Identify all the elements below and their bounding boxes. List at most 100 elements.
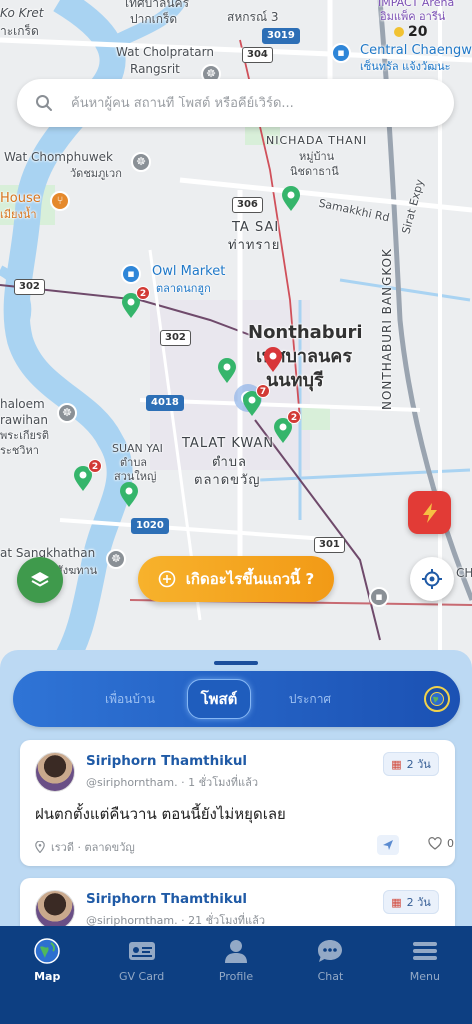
temple-icon[interactable]: ☸ <box>131 152 151 172</box>
duration-label: 2 วัน <box>406 758 431 771</box>
post-author[interactable]: Siriphorn Thamthikul <box>86 891 247 907</box>
tab-chat[interactable]: Chat <box>283 926 377 1024</box>
layers-icon <box>31 572 49 587</box>
map-label: Central Chaengwa <box>360 43 472 58</box>
map-label: Nonthaburi <box>248 322 363 343</box>
calendar-icon: ▦ <box>391 757 402 771</box>
tab-label: Menu <box>409 970 440 983</box>
tab-announcements[interactable]: ประกาศ <box>275 671 345 727</box>
map-view[interactable]: Ko Kret าะเกร็ด เทศบาลนคร ปากเกร็ด สหกรณ… <box>0 0 472 670</box>
map-label: haloem <box>0 397 45 411</box>
road-shield: 304 <box>242 47 273 63</box>
map-label: อิมแพ็ค อารีน่ <box>380 10 446 23</box>
avatar[interactable] <box>35 752 75 792</box>
transit-icon[interactable]: ▪ <box>369 587 389 607</box>
map-label: Wat Chomphuwek <box>4 150 113 164</box>
post-location-label: เรวดี · ตลาดขวัญ <box>51 841 135 854</box>
tab-posts[interactable]: โพสต์ <box>187 679 251 719</box>
post-location: เรวดี · ตลาดขวัญ <box>35 838 135 856</box>
map-label: Rangsrit <box>130 62 180 76</box>
like-count: 0 <box>447 837 454 850</box>
corner-count: 20 <box>408 24 428 40</box>
tab-profile[interactable]: Profile <box>189 926 283 1024</box>
duration-badge: ▦ 2 วัน <box>383 890 439 914</box>
search-bar[interactable] <box>17 79 454 127</box>
post-pin[interactable] <box>217 358 237 384</box>
tab-label: Profile <box>218 970 254 983</box>
layers-button[interactable] <box>17 557 63 603</box>
sheet-drag-handle[interactable] <box>214 661 258 665</box>
map-label: CH <box>456 566 472 580</box>
feed-segment-control: เพื่อนบ้าน โพสต์ ประกาศ <box>13 671 460 727</box>
map-label: วัดชมภูเวก <box>70 167 122 180</box>
tab-menu[interactable]: Menu <box>378 926 472 1024</box>
id-card-icon <box>127 936 157 966</box>
map-label: าะเกร็ด <box>0 24 39 38</box>
tab-label: Chat <box>317 970 344 983</box>
map-label: ตำบล <box>120 456 148 469</box>
person-icon <box>221 936 251 966</box>
map-label: IMPACT Arena <box>378 0 455 9</box>
map-label: ระชวิหา <box>0 444 39 457</box>
shopping-icon[interactable]: ▪ <box>121 264 141 284</box>
map-label: NONTHABURI BANGKOK <box>380 248 394 410</box>
calendar-icon: ▦ <box>391 895 402 909</box>
road-shield: 302 <box>14 279 45 295</box>
pin-count-badge: 2 <box>287 410 301 424</box>
location-pin-icon <box>35 841 45 853</box>
my-location-button[interactable] <box>410 557 454 601</box>
map-label: Owl Market <box>152 264 226 279</box>
share-button[interactable] <box>377 835 399 855</box>
search-input[interactable] <box>71 95 436 111</box>
selected-post-pin[interactable] <box>263 347 283 373</box>
temple-icon[interactable]: ☸ <box>57 403 77 423</box>
tab-neighbors[interactable]: เพื่อนบ้าน <box>85 671 175 727</box>
pin-count-badge: 2 <box>136 286 150 300</box>
post-author[interactable]: Siriphorn Thamthikul <box>86 753 247 769</box>
map-label: SUAN YAI <box>112 442 163 455</box>
map-label: NICHADA THANI <box>266 134 368 147</box>
restaurant-icon[interactable]: ⑂ <box>50 191 70 211</box>
coin-icon <box>394 27 404 37</box>
search-icon <box>35 94 53 112</box>
map-label: พระเกียรติ <box>0 429 49 442</box>
map-label: เซ็นทรัล แจ้งวัฒนะ <box>360 60 451 73</box>
map-label: ตลาดนกฮูก <box>156 282 211 295</box>
post-pin[interactable] <box>281 186 301 212</box>
tab-map[interactable]: Map <box>0 926 94 1024</box>
temple-icon[interactable]: ☸ <box>106 549 126 569</box>
map-label: ปากเกร็ด <box>130 12 178 26</box>
duration-badge: ▦ 2 วัน <box>383 752 439 776</box>
duration-label: 2 วัน <box>406 896 431 909</box>
shopping-icon[interactable]: ▪ <box>331 43 351 63</box>
post-handle: @siriphorntham. <box>86 776 178 789</box>
road-shield: 4018 <box>146 395 184 411</box>
map-label: ท่าทราย <box>228 238 281 253</box>
like-button[interactable]: 0 <box>428 837 454 850</box>
road-shield: 302 <box>160 330 191 346</box>
tab-gv-card[interactable]: GV Card <box>94 926 188 1024</box>
post-card[interactable]: Siriphorn Thamthikul @siriphorntham. · 1… <box>20 740 455 866</box>
map-label: TA SAI <box>232 220 280 235</box>
whats-happening-button[interactable]: เกิดอะไรขึ้นแถวนี้ ? <box>138 556 334 602</box>
map-label: นิชดาธานี <box>290 165 339 178</box>
road-shield: 1020 <box>131 518 169 534</box>
map-label: สหกรณ์ 3 <box>227 10 279 24</box>
map-label: ตำบล <box>212 455 247 470</box>
plus-circle-icon <box>158 570 176 588</box>
crosshair-icon <box>422 569 442 589</box>
alert-button[interactable] <box>408 491 451 534</box>
post-pin[interactable] <box>119 482 139 508</box>
whats-happening-label: เกิดอะไรขึ้นแถวนี้ ? <box>185 570 315 588</box>
map-label: นนทบุรี <box>266 370 324 391</box>
chat-icon <box>315 936 345 966</box>
globe-filter-button[interactable] <box>424 686 450 712</box>
lightning-icon <box>422 502 437 523</box>
avatar[interactable] <box>35 890 75 930</box>
post-text: ฝนตกตั้งแต่คืนวาน ตอนนี้ยังไม่หยุดเลย <box>35 805 286 823</box>
road-shield: 301 <box>314 537 345 553</box>
pin-count-badge: 7 <box>256 384 270 398</box>
bottom-tab-bar: Map GV Card Profile Chat Menu <box>0 926 472 1024</box>
map-label: rawihan <box>0 413 48 427</box>
map-label: ตลาดขวัญ <box>194 473 261 488</box>
